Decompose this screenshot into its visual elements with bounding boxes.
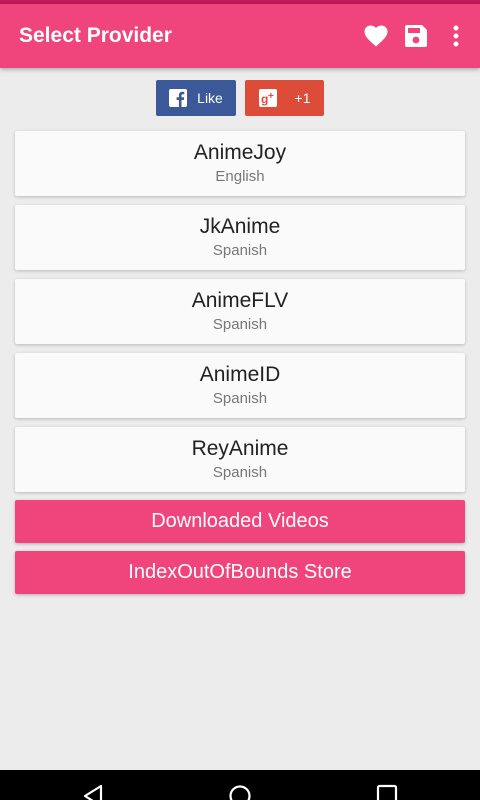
facebook-like-button[interactable]: Like <box>156 80 236 116</box>
provider-name: AnimeJoy <box>193 141 287 164</box>
home-icon[interactable] <box>228 784 252 800</box>
provider-language: Spanish <box>212 464 268 481</box>
provider-language: Spanish <box>212 316 268 333</box>
page-title: Select Provider <box>19 24 172 47</box>
provider-name: AnimeFLV <box>191 289 289 312</box>
back-icon[interactable] <box>82 784 104 800</box>
recents-icon[interactable] <box>376 784 398 800</box>
app-bar: Select Provider <box>0 4 480 68</box>
google-plus-one-button[interactable]: g + +1 <box>245 80 324 116</box>
save-button[interactable] <box>396 12 436 60</box>
google-plus-one-label: +1 <box>294 90 311 106</box>
google-plus-icon: g + <box>258 89 277 107</box>
more-vert-icon <box>453 25 459 47</box>
overflow-menu-button[interactable] <box>436 12 476 60</box>
provider-language: English <box>215 168 265 185</box>
save-icon <box>405 25 427 47</box>
navigation-bar <box>0 770 480 800</box>
store-button[interactable]: IndexOutOfBounds Store <box>15 551 465 594</box>
provider-name: AnimeID <box>199 363 281 386</box>
provider-card-jkanime[interactable]: JkAnime Spanish <box>15 205 465 270</box>
provider-card-animeid[interactable]: AnimeID Spanish <box>15 353 465 418</box>
social-buttons: Like g + +1 <box>0 80 480 116</box>
provider-language: Spanish <box>212 242 268 259</box>
provider-language: Spanish <box>212 390 268 407</box>
facebook-like-label: Like <box>197 90 223 106</box>
provider-card-animejoy[interactable]: AnimeJoy English <box>15 131 465 196</box>
downloaded-videos-button[interactable]: Downloaded Videos <box>15 500 465 543</box>
provider-name: JkAnime <box>199 215 281 238</box>
provider-name: ReyAnime <box>191 437 289 460</box>
provider-card-reyanime[interactable]: ReyAnime Spanish <box>15 427 465 492</box>
provider-card-animeflv[interactable]: AnimeFLV Spanish <box>15 279 465 344</box>
facebook-icon <box>169 89 188 107</box>
heart-icon <box>364 25 388 47</box>
favorites-button[interactable] <box>356 12 396 60</box>
provider-list: AnimeJoy English JkAnime Spanish AnimeFL… <box>15 131 465 501</box>
svg-text:+: + <box>268 91 274 102</box>
